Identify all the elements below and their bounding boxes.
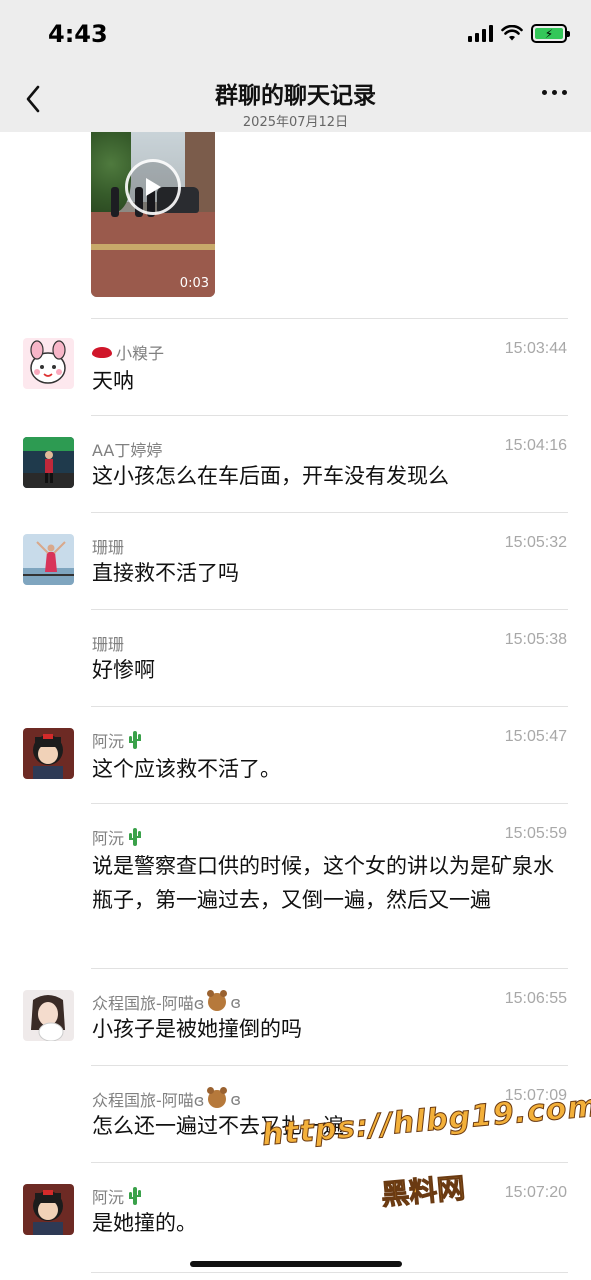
message-text: 天呐 bbox=[92, 369, 134, 393]
message-divider bbox=[91, 318, 568, 319]
avatar[interactable] bbox=[23, 437, 74, 488]
sender-label: 珊珊 bbox=[92, 635, 125, 654]
sender-suffix: ɞ bbox=[230, 992, 242, 1012]
sender-label: 阿沅 bbox=[92, 1188, 125, 1207]
message-divider bbox=[91, 415, 568, 416]
message-timestamp: 15:05:59 bbox=[504, 825, 567, 842]
more-dot-icon bbox=[542, 90, 547, 95]
page-title: 群聊的聊天记录 bbox=[215, 83, 376, 109]
video-duration: 0:03 bbox=[179, 276, 209, 291]
message-timestamp: 15:07:20 bbox=[504, 1184, 567, 1201]
message-text: 小孩子是被她撞倒的吗 bbox=[92, 1017, 302, 1041]
sender-name: 阿沅 bbox=[92, 825, 142, 849]
avatar[interactable] bbox=[23, 534, 74, 585]
avatar[interactable] bbox=[23, 1184, 74, 1235]
more-options-button[interactable] bbox=[542, 90, 567, 95]
message-text: 直接救不活了吗 bbox=[92, 561, 239, 585]
sender-name: 阿沅 bbox=[92, 728, 142, 752]
cactus-emoji-icon bbox=[129, 1187, 142, 1205]
wifi-icon bbox=[501, 25, 523, 41]
message-divider bbox=[91, 512, 568, 513]
message-divider bbox=[91, 1065, 568, 1066]
sender-name: 阿沅 bbox=[92, 1184, 142, 1208]
message-timestamp: 15:06:55 bbox=[504, 990, 567, 1007]
avatar[interactable] bbox=[23, 728, 74, 779]
cellular-signal-icon bbox=[468, 25, 493, 42]
bear-emoji-icon bbox=[207, 1087, 228, 1108]
more-dot-icon bbox=[552, 90, 557, 95]
message-text: 说是警察查口供的时候，这个女的讲以为是矿泉水瓶子，第一遍过去，又倒一遍，然后又一… bbox=[92, 854, 554, 912]
sender-name: 珊珊 bbox=[92, 631, 124, 655]
battery-icon: ⚡ bbox=[531, 24, 570, 43]
sender-name: 众程国旅-阿喵ɞ ɞ bbox=[92, 1087, 241, 1111]
message-timestamp: 15:05:32 bbox=[504, 534, 567, 551]
sender-label: 众程国旅-阿喵ɞ bbox=[92, 994, 205, 1013]
sender-suffix: ɞ bbox=[230, 1089, 242, 1109]
home-indicator[interactable] bbox=[190, 1261, 402, 1267]
sender-label: 小糗子 bbox=[116, 344, 165, 363]
message-divider bbox=[91, 1162, 568, 1163]
watermark-url: https://hlbg19.com bbox=[260, 1088, 591, 1153]
message-timestamp: 15:03:44 bbox=[504, 340, 567, 357]
message-timestamp: 15:05:47 bbox=[504, 728, 567, 745]
message-text: 这个应该救不活了。 bbox=[92, 757, 281, 781]
sender-name: AA丁婷婷 bbox=[92, 437, 162, 461]
play-icon bbox=[146, 178, 161, 196]
sender-name: 众程国旅-阿喵ɞ ɞ bbox=[92, 990, 241, 1014]
message-timestamp: 15:05:38 bbox=[504, 631, 567, 648]
sender-name: 小糗子 bbox=[92, 340, 164, 364]
sender-label: 众程国旅-阿喵ɞ bbox=[92, 1091, 205, 1110]
lips-emoji-icon bbox=[92, 346, 112, 358]
video-thumbnail[interactable]: 0:03 bbox=[91, 132, 215, 297]
avatar[interactable] bbox=[23, 990, 74, 1041]
message-divider bbox=[91, 706, 568, 707]
cactus-emoji-icon bbox=[129, 731, 142, 749]
sender-label: 阿沅 bbox=[92, 732, 125, 751]
message-divider bbox=[91, 1272, 568, 1273]
message-divider bbox=[91, 968, 568, 969]
sender-name: 珊珊 bbox=[92, 534, 124, 558]
message-text: 是她撞的。 bbox=[92, 1211, 197, 1235]
message-divider bbox=[91, 803, 568, 804]
message-timestamp: 15:04:16 bbox=[504, 437, 567, 454]
sender-label: AA丁婷婷 bbox=[92, 441, 163, 460]
header-title-block: 群聊的聊天记录 2025年07月12日 bbox=[0, 76, 591, 130]
message-text: 这小孩怎么在车后面，开车没有发现么 bbox=[92, 464, 449, 488]
status-bar-time: 4:43 bbox=[48, 20, 108, 48]
sender-label: 阿沅 bbox=[92, 829, 125, 848]
watermark-name: 黑料网 bbox=[379, 1171, 467, 1212]
more-dot-icon bbox=[562, 90, 567, 95]
bear-emoji-icon bbox=[207, 990, 228, 1011]
page-subtitle-date: 2025年07月12日 bbox=[242, 115, 349, 130]
sender-label: 珊珊 bbox=[92, 538, 125, 557]
message-divider bbox=[91, 609, 568, 610]
message-text: 好惨啊 bbox=[92, 658, 155, 682]
avatar[interactable] bbox=[23, 338, 74, 389]
play-button[interactable] bbox=[125, 159, 181, 215]
cactus-emoji-icon bbox=[129, 828, 142, 846]
status-bar-icons: ⚡ bbox=[468, 24, 570, 43]
nav-header: 4:43 ⚡ 群聊的聊天记录 2025年07月12日 bbox=[0, 0, 591, 132]
